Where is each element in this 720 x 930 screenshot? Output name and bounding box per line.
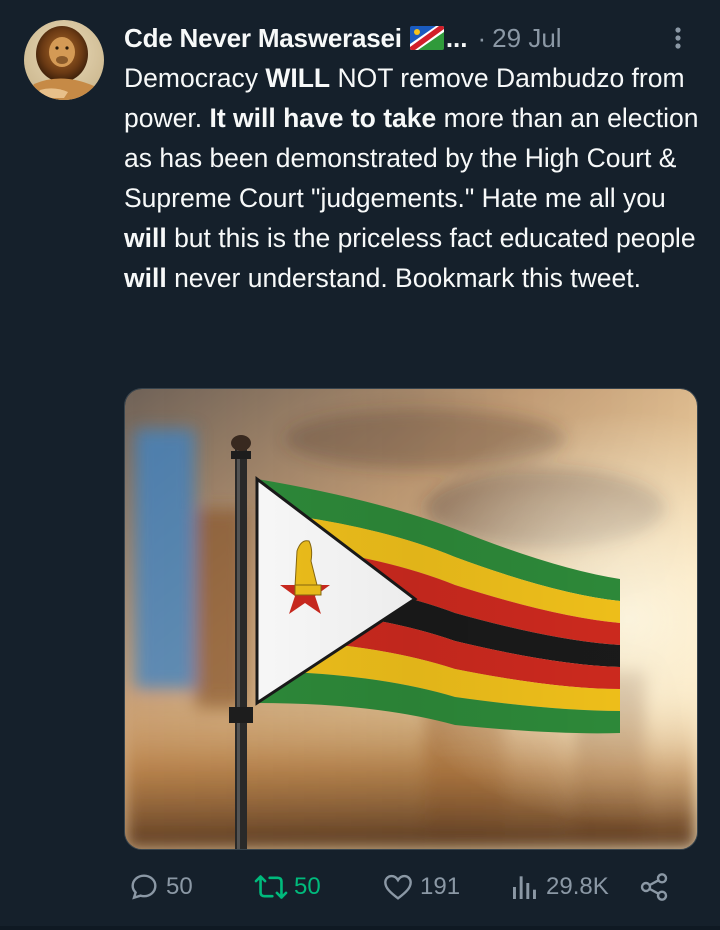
share-button[interactable] (638, 862, 676, 912)
tweet-media-image[interactable] (124, 388, 698, 850)
reply-icon (131, 874, 157, 900)
share-icon (640, 873, 668, 901)
like-button[interactable]: 191 (382, 862, 460, 912)
lion-avatar-image (24, 20, 104, 100)
views-count: 29.8K (546, 873, 609, 900)
reply-count: 50 (166, 873, 193, 900)
retweet-button[interactable]: 50 (254, 862, 321, 912)
tweet-actions: 50 50 191 29.8K (124, 862, 684, 912)
tweet-text-bold: will (124, 263, 167, 293)
retweet-count: 50 (294, 873, 321, 900)
separator-dot: · (477, 22, 487, 53)
heart-icon (384, 874, 412, 900)
tweet-text-bold: It will have to take (209, 103, 437, 133)
tweet-text-segment: but this is the priceless fact educated … (166, 223, 696, 253)
author-name[interactable]: Cde Never Maswerasei (124, 23, 402, 54)
views-chart-icon (513, 876, 536, 899)
tweet-text: Democracy WILL NOT remove Dambudzo from … (124, 58, 704, 298)
retweet-icon (254, 875, 288, 899)
tweet-text-bold: WILL (265, 63, 331, 93)
tweet-text-segment: Democracy (124, 63, 266, 93)
tweet-date[interactable]: 29 Jul (492, 23, 561, 54)
tweet-text-segment: never understand. Bookmark this tweet. (166, 263, 641, 293)
zimbabwe-flag-photo (125, 389, 697, 849)
name-truncation: ... (445, 22, 468, 53)
views-button[interactable]: 29.8K (510, 862, 609, 912)
author-avatar[interactable] (24, 20, 104, 100)
tweet-header: Cde Never Maswerasei ... · 29 Jul (124, 18, 696, 58)
like-count: 191 (420, 873, 461, 900)
reply-button[interactable]: 50 (128, 862, 193, 912)
divider (0, 926, 720, 930)
more-options-icon[interactable] (666, 22, 690, 54)
namibia-flag-icon (409, 26, 444, 50)
tweet-text-bold: will (124, 223, 167, 253)
